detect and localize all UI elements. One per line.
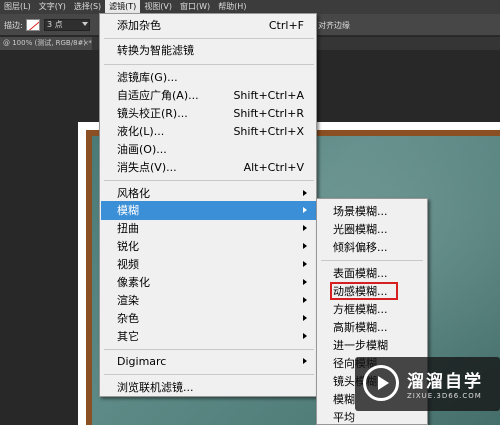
menu-item-label: 杂色 [117, 312, 139, 325]
shortcut-label: Shift+Ctrl+A [233, 89, 304, 102]
shortcut-label: Shift+Ctrl+R [233, 107, 304, 120]
menu-item-label: 锐化 [117, 240, 139, 253]
submenu-item-tilt-shift[interactable]: 倾斜偏移... [317, 239, 427, 257]
submenu-item-average[interactable]: 平均 [317, 409, 427, 424]
menu-item-other[interactable]: 其它 [101, 327, 316, 346]
menu-separator [321, 260, 423, 261]
watermark: 溜溜自学 ZIXUE.3D66.COM [355, 357, 500, 411]
submenu-item-surface-blur[interactable]: 表面模糊... [317, 265, 427, 283]
submenu-arrow-icon [303, 207, 307, 213]
menu-item-convert-smart-filter[interactable]: 转换为智能滤镜 [101, 41, 316, 60]
play-logo-icon [363, 365, 399, 401]
menu-item-oil-paint[interactable]: 油画(O)... [101, 140, 316, 159]
submenu-arrow-icon [303, 225, 307, 231]
menu-item-label: 液化(L)... [117, 125, 165, 138]
menu-item-blur[interactable]: 模糊 [101, 201, 316, 220]
menu-view[interactable]: 视图(V) [140, 0, 176, 14]
menu-item-pixelate[interactable]: 像素化 [101, 273, 316, 292]
menu-separator [104, 38, 314, 39]
submenu-arrow-icon [303, 297, 307, 303]
submenu-item-gaussian-blur[interactable]: 高斯模糊... [317, 319, 427, 337]
menu-item-label: 转换为智能滤镜 [117, 44, 194, 57]
submenu-arrow-icon [303, 315, 307, 321]
menu-item-label: 滤镜库(G)... [117, 71, 178, 84]
menu-filter[interactable]: 滤镜(T) [105, 0, 141, 14]
menu-select[interactable]: 选择(S) [70, 0, 105, 14]
menu-item-label: 扭曲 [117, 222, 139, 235]
align-edges-label[interactable]: 对齐边缘 [318, 20, 350, 31]
menu-item-label: 添加杂色 [117, 19, 161, 32]
menu-separator [104, 64, 314, 65]
menu-item-noise[interactable]: 杂色 [101, 309, 316, 328]
menu-item-label: 渲染 [117, 294, 139, 307]
menu-item-sharpen[interactable]: 锐化 [101, 237, 316, 256]
menu-item-label: 消失点(V)... [117, 161, 177, 174]
menu-item-label: 镜头校正(R)... [117, 107, 188, 120]
menu-item-label: 视频 [117, 258, 139, 271]
shortcut-label: Shift+Ctrl+X [233, 125, 304, 138]
menu-item-video[interactable]: 视频 [101, 255, 316, 274]
submenu-arrow-icon [303, 243, 307, 249]
submenu-arrow-icon [303, 261, 307, 267]
document-tab-title: @ 100% (测试, RGB/8#) * [3, 39, 92, 47]
submenu-item-box-blur[interactable]: 方框模糊... [317, 301, 427, 319]
filter-menu: 添加杂色 Ctrl+F 转换为智能滤镜 滤镜库(G)... 自适应广角(A)..… [99, 13, 317, 397]
menu-separator [104, 349, 314, 350]
menu-item-add-noise[interactable]: 添加杂色 Ctrl+F [101, 16, 316, 35]
shortcut-label: Ctrl+F [268, 19, 304, 32]
stroke-color-swatch[interactable] [26, 19, 40, 31]
menu-item-label: 其它 [117, 330, 139, 343]
menu-separator [104, 374, 314, 375]
menu-item-label: Digimarc [117, 355, 167, 368]
menu-item-label: 自适应广角(A)... [117, 89, 199, 102]
menu-bar: 图层(L) 文字(Y) 选择(S) 滤镜(T) 视图(V) 窗口(W) 帮助(H… [0, 0, 500, 14]
menu-item-render[interactable]: 渲染 [101, 291, 316, 310]
menu-item-vanishing-point[interactable]: 消失点(V)... Alt+Ctrl+V [101, 158, 316, 177]
stroke-label: 描边: [4, 21, 23, 30]
submenu-arrow-icon [303, 279, 307, 285]
menu-layer[interactable]: 图层(L) [0, 0, 35, 14]
submenu-item-iris-blur[interactable]: 光圈模糊... [317, 221, 427, 239]
menu-item-adaptive-wide-angle[interactable]: 自适应广角(A)... Shift+Ctrl+A [101, 86, 316, 105]
menu-type[interactable]: 文字(Y) [35, 0, 70, 14]
submenu-item-blur-more[interactable]: 进一步模糊 [317, 337, 427, 355]
shortcut-label: Alt+Ctrl+V [243, 161, 304, 174]
menu-window[interactable]: 窗口(W) [176, 0, 214, 14]
menu-item-label: 油画(O)... [117, 143, 167, 156]
menu-item-browse-online[interactable]: 浏览联机滤镜... [101, 378, 316, 397]
document-tab[interactable]: @ 100% (测试, RGB/8#) * × [0, 37, 92, 50]
menu-item-label: 像素化 [117, 276, 150, 289]
watermark-title: 溜溜自学 [407, 372, 483, 392]
menu-item-label: 模糊 [117, 204, 139, 217]
menu-separator [104, 180, 314, 181]
menu-help[interactable]: 帮助(H) [214, 0, 250, 14]
menu-item-label: 风格化 [117, 187, 150, 200]
menu-item-distort[interactable]: 扭曲 [101, 219, 316, 238]
chevron-down-icon[interactable] [82, 22, 88, 26]
menu-item-filter-gallery[interactable]: 滤镜库(G)... [101, 68, 316, 87]
submenu-arrow-icon [303, 333, 307, 339]
close-icon[interactable]: × [83, 37, 89, 50]
watermark-url: ZIXUE.3D66.COM [407, 392, 482, 400]
highlight-box [330, 282, 398, 300]
submenu-arrow-icon [303, 190, 307, 196]
menu-item-digimarc[interactable]: Digimarc [101, 352, 316, 371]
submenu-item-field-blur[interactable]: 场景模糊... [317, 203, 427, 221]
menu-item-liquify[interactable]: 液化(L)... Shift+Ctrl+X [101, 122, 316, 141]
menu-item-label: 浏览联机滤镜... [117, 381, 194, 394]
submenu-arrow-icon [303, 358, 307, 364]
menu-item-lens-correction[interactable]: 镜头校正(R)... Shift+Ctrl+R [101, 104, 316, 123]
